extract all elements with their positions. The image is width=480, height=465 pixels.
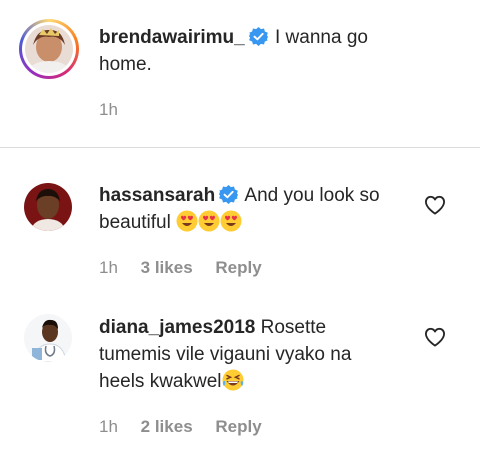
story-ring[interactable] — [19, 19, 79, 79]
comment-meta: 1h 2 likes Reply — [99, 417, 280, 437]
comment-text-line1: Rosette — [260, 317, 327, 338]
reply-button[interactable]: Reply — [215, 258, 261, 277]
timestamp: 1h — [99, 100, 118, 119]
comment-username[interactable]: diana_james2018 — [99, 317, 255, 338]
caption-text-line2: home. — [99, 54, 152, 75]
caption-username[interactable]: brendawairimu_ — [99, 27, 245, 48]
caption-text-line1: I wanna go — [275, 27, 368, 48]
likes-count[interactable]: 3 likes — [141, 258, 193, 277]
post-caption: brendawairimu_ I wanna go home. 1h — [0, 0, 480, 147]
likes-count[interactable]: 2 likes — [141, 417, 193, 436]
comment-item: diana_james2018 Rosette tumemis vile vig… — [0, 298, 480, 465]
timestamp: 1h — [99, 417, 118, 436]
heart-eyes-emoji — [198, 210, 220, 232]
comment-text-line2: tumemis vile vigauni vyako na — [99, 344, 352, 365]
comment-text: diana_james2018 Rosette tumemis vile vig… — [99, 314, 419, 395]
comment-text-line2: beautiful — [99, 212, 171, 233]
comment-username[interactable]: hassansarah — [99, 185, 215, 206]
comment-text-line1: And you look so — [244, 185, 380, 206]
verified-badge-icon — [219, 185, 239, 204]
avatar[interactable] — [25, 25, 73, 73]
avatar[interactable] — [24, 314, 72, 362]
caption-meta: 1h — [99, 100, 136, 120]
grinning-squinting-emoji — [222, 369, 243, 391]
verified-badge-icon — [248, 27, 268, 46]
reply-button[interactable]: Reply — [215, 417, 261, 436]
comment-text-line3: heels kwakwel — [99, 371, 222, 392]
heart-outline-icon[interactable] — [424, 195, 446, 215]
heart-eyes-emoji — [176, 210, 198, 232]
caption-text: brendawairimu_ I wanna go home. — [99, 24, 459, 78]
comment-text: hassansarah And you look so beautiful — [99, 182, 419, 236]
comment-item: hassansarah And you look so beautiful 1h… — [0, 148, 480, 298]
timestamp: 1h — [99, 258, 118, 277]
comment-meta: 1h 3 likes Reply — [99, 258, 280, 278]
heart-eyes-emoji — [220, 210, 242, 232]
heart-outline-icon[interactable] — [424, 327, 446, 347]
avatar[interactable] — [24, 183, 72, 231]
